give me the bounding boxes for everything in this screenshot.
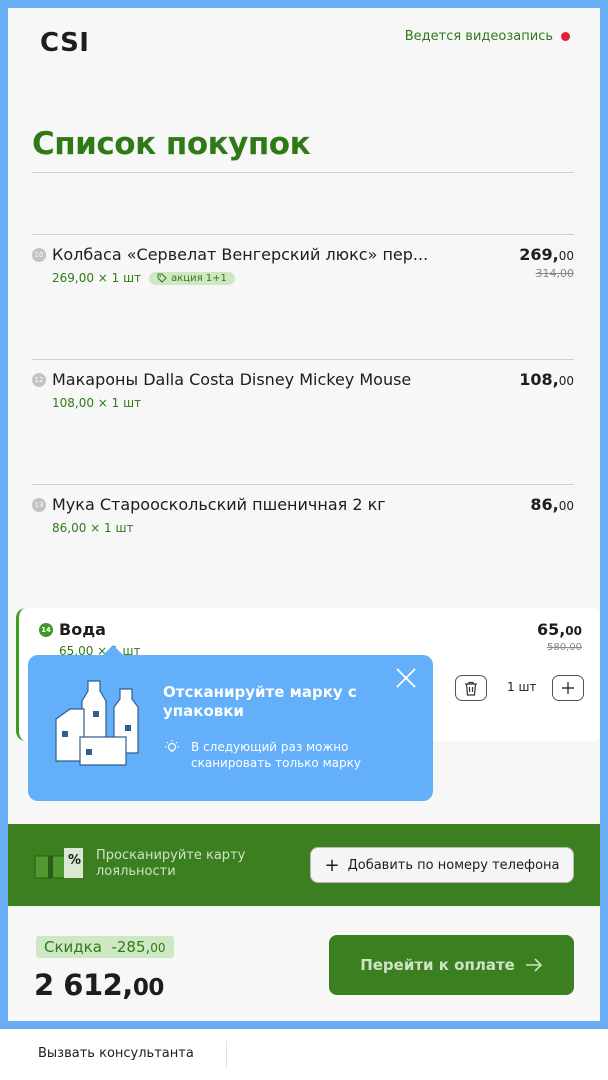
item-name: Вода: [59, 620, 106, 639]
order-summary: Скидка -285,00 2 612,00 Перейти к оплате: [8, 906, 600, 1021]
plus-icon: [562, 682, 574, 694]
discount-badge: Скидка -285,00: [36, 936, 174, 958]
trash-icon: [465, 681, 477, 696]
divider: [32, 484, 574, 485]
item-name: Мука Старооскольский пшеничная 2 кг: [52, 495, 386, 514]
item-price: 108,00: [519, 370, 574, 389]
svg-text:%: %: [68, 853, 81, 868]
item-detail: 86,00 × 1 шт: [52, 521, 134, 535]
tag-icon: [157, 273, 167, 283]
divider: [32, 359, 574, 360]
checkout-button[interactable]: Перейти к оплате: [329, 935, 574, 995]
list-item[interactable]: 12 Макароны Dalla Costa Disney Mickey Mo…: [32, 370, 574, 410]
add-by-phone-button[interactable]: + Добавить по номеру телефона: [310, 847, 574, 883]
tooltip-hint-text: В следующий раз можно сканировать только…: [191, 740, 361, 770]
total-amount: 2 612,00: [34, 968, 164, 1002]
promo-badge: акция 1+1: [149, 271, 235, 285]
loyalty-card-icon: %: [34, 848, 83, 879]
tooltip-title: Отсканируйте марку с упаковки: [163, 683, 357, 720]
item-price: 269,00: [519, 245, 574, 264]
call-consultant-button[interactable]: Вызвать консультанта: [38, 1046, 194, 1061]
list-item[interactable]: 10 Колбаса «Сервелат Венгерский люкс» пе…: [32, 245, 574, 285]
add-by-phone-label: Добавить по номеру телефона: [347, 857, 560, 873]
active-item-name-row: 14 Вода: [39, 620, 106, 639]
kiosk-screen: CSI Ведется видеозапись Список покупок 1…: [8, 8, 600, 1021]
lightbulb-icon: [165, 740, 179, 752]
item-price: 65,00: [536, 620, 582, 639]
item-detail: 108,00 × 1 шт: [52, 396, 142, 410]
item-index-badge: 10: [32, 247, 46, 262]
item-old-price: 314,00: [535, 267, 575, 280]
plus-icon: +: [324, 854, 340, 876]
tooltip-hint: В следующий раз можно сканировать только…: [163, 739, 391, 771]
item-detail: 269,00 × 1 шт: [52, 271, 142, 285]
brand-logo: CSI: [40, 28, 90, 58]
checkout-label: Перейти к оплате: [360, 956, 515, 974]
delete-button[interactable]: [455, 675, 487, 701]
loyalty-bar: % Просканируйте карту лояльности + Добав…: [8, 824, 600, 906]
footer-bar: Вызвать консультанта: [0, 1029, 608, 1080]
list-item[interactable]: 13 Мука Старооскольский пшеничная 2 кг 8…: [32, 495, 574, 535]
divider: [226, 1041, 227, 1069]
tooltip-arrow: [102, 645, 124, 656]
divider: [32, 234, 574, 235]
scan-mark-tooltip: Отсканируйте марку с упаковки В следующи…: [28, 645, 433, 801]
quantity-value: 1 шт: [507, 680, 537, 694]
close-icon[interactable]: [395, 667, 417, 689]
item-index-badge: 14: [39, 622, 53, 637]
recording-indicator: Ведется видеозапись: [405, 29, 570, 44]
recording-dot-icon: [561, 32, 570, 41]
page-title: Список покупок: [32, 126, 311, 162]
products-illustration-icon: [55, 680, 139, 766]
loyalty-scan-text: Просканируйте карту лояльности: [96, 848, 246, 879]
increase-quantity-button[interactable]: [552, 675, 584, 701]
item-old-price: 580,00: [547, 642, 582, 653]
item-index-badge: 12: [32, 372, 46, 387]
item-name: Макароны Dalla Costa Disney Mickey Mouse: [52, 370, 412, 389]
divider: [32, 172, 574, 173]
item-price: 86,00: [530, 495, 574, 514]
item-index-badge: 13: [32, 497, 46, 512]
arrow-right-icon: [525, 958, 542, 972]
recording-label: Ведется видеозапись: [404, 29, 553, 44]
item-name: Колбаса «Сервелат Венгерский люкс» пер..…: [52, 245, 429, 264]
